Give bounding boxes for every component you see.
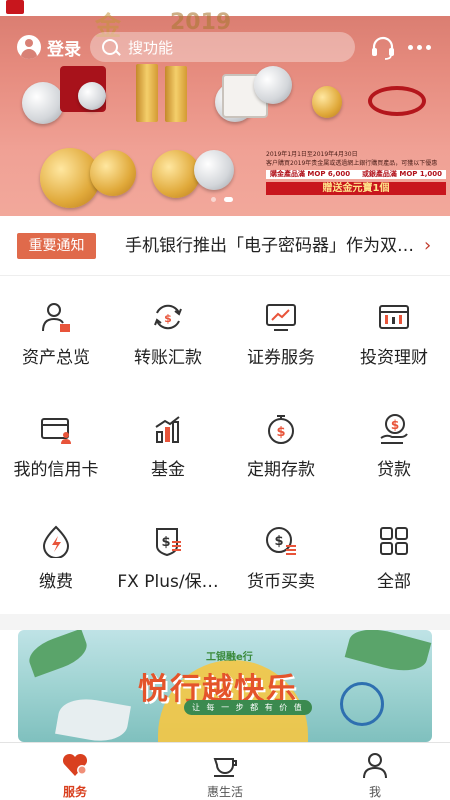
- customer-service-icon[interactable]: [370, 36, 396, 60]
- tab-label: 惠生活: [206, 785, 243, 799]
- notice-tag: 重要通知: [17, 233, 96, 259]
- service-label: 证券服务: [247, 348, 315, 368]
- bottom-tab-bar: 服务 惠生活 我: [0, 742, 450, 800]
- promo-box: 2019年1月1日至2019年4月30日 客户購買2019年贵金属或透過網上銀行…: [266, 150, 446, 195]
- promo-banner[interactable]: 工银融e行 悦行越快乐 让 每 一 步 都 有 价 值: [18, 630, 432, 742]
- login-button[interactable]: 登录: [17, 34, 81, 60]
- tab-label: 我: [368, 785, 381, 799]
- service-label: 定期存款: [247, 460, 315, 480]
- bank-logo-icon: [6, 0, 24, 14]
- tab-label: 服务: [62, 785, 87, 799]
- service-label: 我的信用卡: [13, 460, 99, 480]
- service-fund[interactable]: 基金: [112, 392, 224, 503]
- heart-icon: [62, 753, 88, 776]
- svg-text:$: $: [274, 534, 283, 549]
- promo-row-left: 購金產品滿 MOP 6,000: [270, 170, 351, 178]
- service-label: 基金: [151, 460, 185, 480]
- service-asset-overview[interactable]: 资产总览: [0, 280, 112, 391]
- service-label: 转账汇款: [134, 348, 202, 368]
- leaf-decoration: [24, 630, 92, 678]
- cyclist-image: [340, 682, 384, 726]
- carousel-indicator[interactable]: [211, 197, 233, 202]
- service-securities[interactable]: 证券服务: [225, 280, 337, 391]
- notice-bar[interactable]: 重要通知 手机银行推出「电子密码器」作为双… ›: [0, 216, 450, 276]
- promo-row-right: 或銀產品滿 MOP 1,000: [361, 170, 442, 178]
- carousel-dot[interactable]: [211, 197, 216, 202]
- investment-icon: [379, 305, 409, 329]
- red-bracelet-image: [368, 86, 426, 116]
- securities-icon: [266, 304, 296, 331]
- promo-brand: 工银融e行: [206, 652, 253, 663]
- asset-overview-icon: [42, 303, 70, 332]
- section-divider: [0, 614, 450, 630]
- credit-card-icon: [41, 418, 71, 444]
- service-all[interactable]: 全部: [338, 504, 450, 615]
- service-label: 投资理财: [360, 348, 428, 368]
- tab-me[interactable]: 我: [300, 743, 450, 800]
- more-icon[interactable]: [408, 45, 431, 50]
- service-label: FX Plus/保…: [117, 572, 219, 592]
- service-transfer[interactable]: $ 转账汇款: [112, 280, 224, 391]
- service-fx-plus[interactable]: $ FX Plus/保…: [112, 504, 224, 615]
- loan-icon: $: [380, 414, 408, 444]
- promo-line: 客户購買2019年贵金属或透過網上銀行購買產品，可獲以下優惠: [266, 160, 438, 167]
- service-grid: 资产总览 $ 转账汇款 证券服务 投资理财 我的信用卡 基金 $ 定期存款 $ …: [0, 280, 450, 614]
- bill-payment-icon: [42, 525, 70, 558]
- leaf-decoration: [344, 630, 432, 678]
- currency-exchange-icon: $: [266, 527, 296, 555]
- carousel-dot-active[interactable]: [224, 197, 233, 202]
- leaf-decoration: [55, 694, 131, 742]
- search-input[interactable]: 搜功能: [90, 32, 355, 62]
- user-icon: [363, 753, 387, 779]
- service-label: 资产总览: [22, 348, 90, 368]
- fund-icon: [155, 416, 180, 443]
- service-credit-card[interactable]: 我的信用卡: [0, 392, 112, 503]
- silver-coin-image: [194, 150, 234, 190]
- svg-text:$: $: [161, 535, 170, 550]
- service-bill-payment[interactable]: 缴费: [0, 504, 112, 615]
- all-services-icon: [380, 527, 408, 555]
- login-label: 登录: [47, 39, 81, 60]
- transfer-icon: $: [154, 304, 182, 330]
- gold-bar-image: [136, 64, 158, 122]
- svg-text:$: $: [276, 425, 285, 440]
- promo-period: 2019年1月1日至2019年4月30日: [266, 151, 358, 158]
- svg-text:$: $: [164, 312, 172, 325]
- service-label: 货币买卖: [247, 572, 315, 592]
- app-screen: 金 2019 2019年1月1日至2019年4月30日 客户購買2019年贵金属…: [0, 0, 450, 800]
- service-label: 全部: [377, 572, 411, 592]
- silver-coin-image: [254, 66, 292, 104]
- gold-bar-image: [165, 66, 187, 122]
- search-icon: [102, 39, 118, 55]
- top-bar: 登录 搜功能: [0, 30, 450, 64]
- service-investment[interactable]: 投资理财: [338, 280, 450, 391]
- fx-plus-icon: $: [156, 528, 181, 557]
- gold-coin-image: [152, 150, 200, 198]
- service-currency-exchange[interactable]: $ 货币买卖: [225, 504, 337, 615]
- coffee-cup-icon: [213, 758, 237, 777]
- notice-text[interactable]: 手机银行推出「电子密码器」作为双…: [125, 232, 415, 260]
- service-label: 缴费: [39, 572, 73, 592]
- user-avatar-icon: [17, 35, 41, 59]
- service-time-deposit[interactable]: $ 定期存款: [225, 392, 337, 503]
- gold-coin-image: [90, 150, 136, 196]
- tab-lifestyle[interactable]: 惠生活: [150, 743, 300, 800]
- promo-sub: 让 每 一 步 都 有 价 值: [184, 700, 312, 715]
- service-loan[interactable]: $ 贷款: [338, 392, 450, 503]
- svg-text:$: $: [391, 418, 399, 432]
- promo-gift: 贈送金元寶1個: [266, 182, 446, 195]
- service-label: 贷款: [377, 460, 411, 480]
- hero-banner[interactable]: 金 2019 2019年1月1日至2019年4月30日 客户購買2019年贵金属…: [0, 0, 450, 216]
- silver-coin-image: [22, 82, 64, 124]
- tab-services[interactable]: 服务: [0, 743, 150, 800]
- time-deposit-icon: $: [268, 415, 294, 444]
- silver-coin-image: [78, 82, 106, 110]
- chevron-right-icon[interactable]: ›: [424, 237, 434, 255]
- search-placeholder: 搜功能: [128, 38, 174, 57]
- gold-pig-image: [312, 86, 342, 118]
- promo-row: 購金產品滿 MOP 6,000 或銀產品滿 MOP 1,000: [266, 170, 446, 179]
